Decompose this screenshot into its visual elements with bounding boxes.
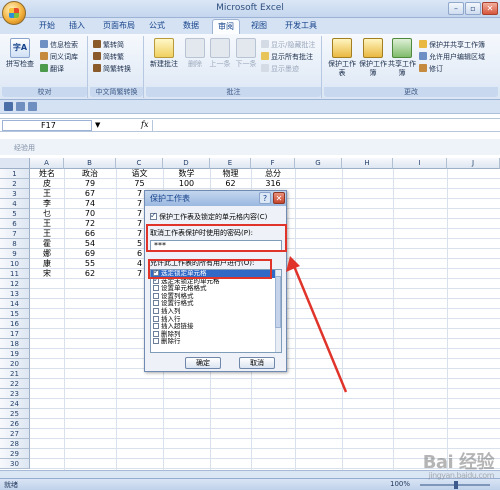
watermark-main: Bai 经验 (422, 452, 495, 473)
zoom-level[interactable]: 100% (390, 480, 410, 488)
zoom-slider-knob[interactable] (454, 481, 458, 489)
watermark: Bai 经验 jingyan.baidu.com (422, 448, 495, 480)
office-button[interactable] (2, 1, 26, 25)
watermark-url: jingyan.baidu.com (428, 471, 495, 480)
status-ready: 就绪 (4, 481, 18, 489)
annotation-arrow (286, 256, 348, 393)
